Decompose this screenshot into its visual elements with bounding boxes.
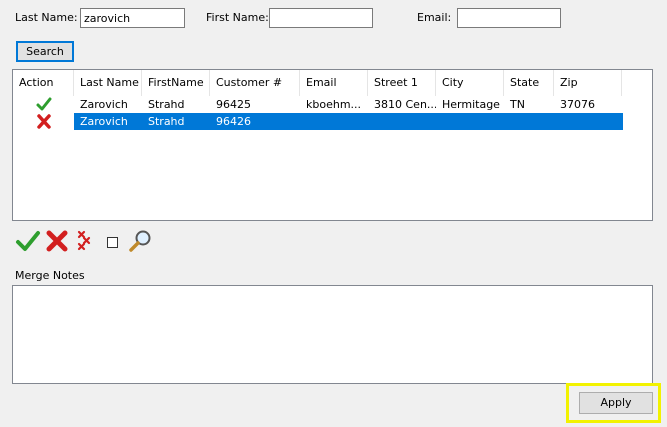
table-row[interactable]: Zarovich Strahd 96425 kboehm... 3810 Cen… [74,96,623,113]
cell-customer-no: 96425 [216,98,251,111]
column-header-zip[interactable]: Zip [554,70,622,96]
table-row[interactable]: Zarovich Strahd 96426 [74,113,623,130]
cell-street1: 3810 Cen... [374,98,436,111]
cell-state: TN [510,98,525,111]
first-name-label: First Name: [206,11,269,24]
merge-notes-textarea[interactable] [12,285,653,384]
checkbox[interactable] [107,237,118,248]
cell-customer-no: 96426 [216,115,251,128]
cell-last-name: Zarovich [80,98,128,111]
cell-last-name: Zarovich [80,115,128,128]
email-input[interactable] [457,8,561,28]
last-name-label: Last Name: [15,11,78,24]
results-grid[interactable]: Action Last Name FirstName Customer # Em… [12,69,653,221]
cell-first-name: Strahd [148,115,185,128]
cell-email: kboehm... [306,98,362,111]
column-header-first-name[interactable]: FirstName [142,70,210,96]
green-check-icon[interactable] [35,96,53,113]
magnifier-icon[interactable] [128,229,154,253]
cell-zip: 37076 [560,98,595,111]
column-header-email[interactable]: Email [300,70,368,96]
red-x-icon[interactable] [45,229,69,253]
last-name-input[interactable] [80,8,185,28]
column-header-street1[interactable]: Street 1 [368,70,436,96]
column-header-state[interactable]: State [504,70,554,96]
red-x-icon[interactable] [35,113,53,130]
column-header-last-name[interactable]: Last Name [74,70,142,96]
email-label: Email: [417,11,452,24]
small-red-x-icon[interactable] [76,229,92,253]
first-name-input[interactable] [269,8,373,28]
cell-city: Hermitage [442,98,500,111]
search-button[interactable]: Search [16,41,74,62]
cell-first-name: Strahd [148,98,185,111]
column-header-customer-no[interactable]: Customer # [210,70,300,96]
column-header-city[interactable]: City [436,70,504,96]
column-header-action[interactable]: Action [13,70,74,96]
merge-notes-label: Merge Notes [15,269,85,282]
green-check-icon[interactable] [15,229,41,253]
apply-button[interactable]: Apply [579,392,653,414]
